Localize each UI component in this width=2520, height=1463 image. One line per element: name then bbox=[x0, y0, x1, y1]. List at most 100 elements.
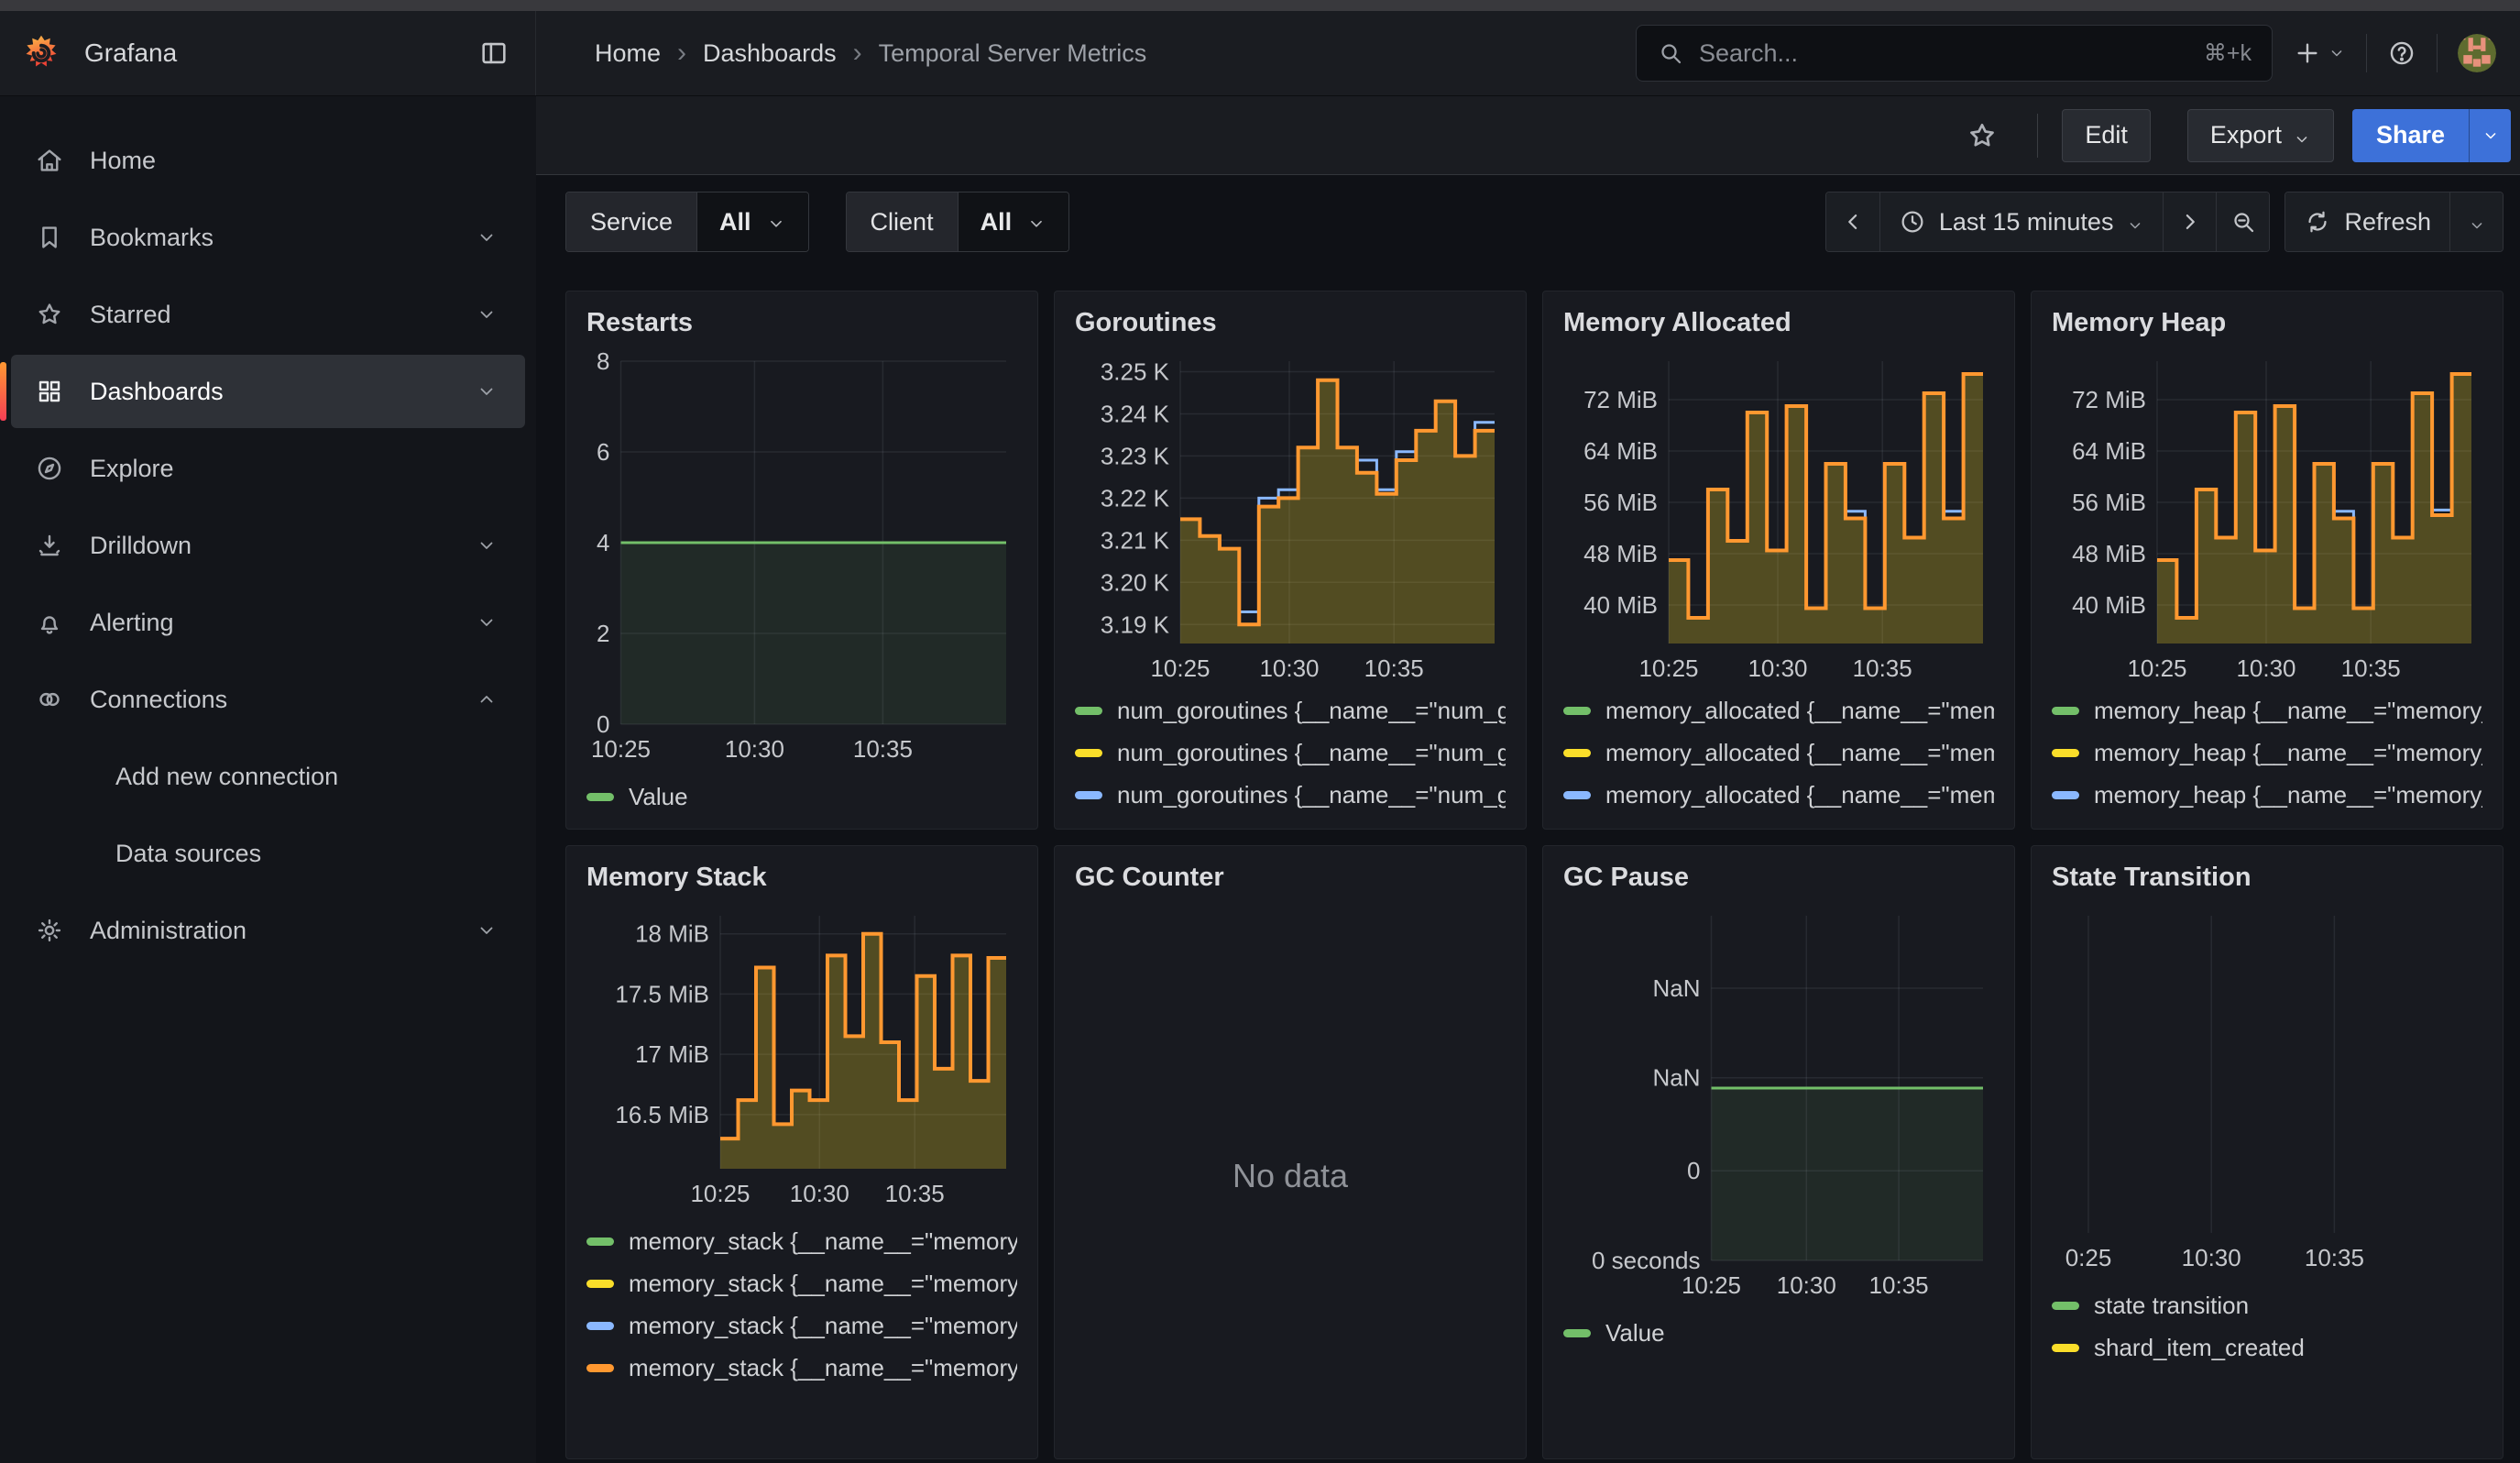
legend-entry[interactable]: memory_allocated {__name__="memc bbox=[1563, 774, 1994, 816]
panel-legend: Value bbox=[1558, 1306, 2000, 1374]
chevron-down-icon[interactable] bbox=[476, 226, 498, 248]
svg-text:10:30: 10:30 bbox=[1777, 1271, 1836, 1299]
breadcrumb-item[interactable]: Home bbox=[595, 39, 661, 68]
sidebar-item-drilldown[interactable]: Drilldown bbox=[11, 509, 525, 582]
zoom-out-icon bbox=[2230, 208, 2257, 236]
svg-text:0:25: 0:25 bbox=[2065, 1244, 2112, 1271]
chevron-down-icon[interactable] bbox=[476, 919, 498, 941]
dashboard-toolbar: Edit Export Share bbox=[536, 96, 2520, 175]
legend-entry[interactable]: memory_stack {__name__="memory_s bbox=[586, 1347, 1017, 1389]
sidebar-item-administration[interactable]: Administration bbox=[11, 894, 525, 967]
svg-text:10:35: 10:35 bbox=[885, 1180, 945, 1207]
legend-entry[interactable]: memory_stack {__name__="memory_s bbox=[586, 1262, 1017, 1304]
zoom-out-button[interactable] bbox=[2216, 192, 2269, 251]
sidebar-item-home[interactable]: Home bbox=[11, 124, 525, 197]
panel-title[interactable]: State Transition bbox=[2046, 859, 2488, 907]
sidebar-item-starred[interactable]: Starred bbox=[11, 278, 525, 351]
panel-title[interactable]: Restarts bbox=[581, 304, 1023, 352]
sidebar-toggle-icon[interactable] bbox=[478, 38, 509, 69]
edit-button[interactable]: Edit bbox=[2062, 109, 2151, 162]
legend-entry[interactable]: Value bbox=[1563, 1312, 1994, 1354]
search-input[interactable]: ⌘+k bbox=[1636, 25, 2273, 82]
chevron-down-icon[interactable] bbox=[476, 380, 498, 402]
service-filter[interactable]: Service All bbox=[565, 192, 809, 252]
user-avatar[interactable] bbox=[2458, 34, 2496, 72]
legend-color-marker bbox=[2052, 749, 2079, 757]
svg-text:3.23 K: 3.23 K bbox=[1101, 442, 1170, 469]
service-filter-label: Service bbox=[566, 192, 696, 251]
sidebar-item-label: Administration bbox=[90, 917, 247, 945]
panel-state-transition: State Transition 0:2510:3010:35 state tr… bbox=[2031, 845, 2504, 1459]
service-filter-value[interactable]: All bbox=[696, 192, 808, 251]
gear-icon bbox=[35, 916, 64, 945]
chevron-down-icon[interactable] bbox=[476, 611, 498, 633]
plug-icon bbox=[35, 685, 64, 714]
chart-area[interactable]: 16.5 MiB17 MiB17.5 MiB18 MiB10:2510:3010… bbox=[581, 907, 1023, 1209]
chevron-down-icon[interactable] bbox=[476, 534, 498, 556]
panel-title[interactable]: Memory Stack bbox=[581, 859, 1023, 907]
sidebar-item-add-new-connection[interactable]: Add new connection bbox=[11, 740, 525, 813]
sidebar-item-bookmarks[interactable]: Bookmarks bbox=[11, 201, 525, 274]
refresh-interval-button[interactable] bbox=[2449, 192, 2503, 251]
share-button[interactable]: Share bbox=[2352, 109, 2469, 162]
favorite-star-icon[interactable] bbox=[1966, 119, 1999, 152]
panel-memory-stack: Memory Stack 16.5 MiB17 MiB17.5 MiB18 Mi… bbox=[565, 845, 1038, 1459]
legend-entry[interactable]: memory_stack {__name__="memory_s bbox=[586, 1220, 1017, 1262]
svg-text:10:35: 10:35 bbox=[1869, 1271, 1929, 1299]
legend-color-marker bbox=[2052, 1302, 2079, 1310]
svg-text:3.25 K: 3.25 K bbox=[1101, 358, 1170, 386]
panel-title[interactable]: Memory Allocated bbox=[1558, 304, 2000, 352]
legend-entry[interactable]: state transition bbox=[2052, 1284, 2482, 1326]
chart-area[interactable]: 0246810:2510:3010:35 bbox=[581, 352, 1023, 764]
legend-color-marker bbox=[1075, 749, 1102, 757]
help-button[interactable] bbox=[2387, 38, 2416, 68]
refresh-button[interactable]: Refresh bbox=[2285, 192, 2449, 251]
svg-text:10:30: 10:30 bbox=[790, 1180, 849, 1207]
client-filter[interactable]: Client All bbox=[846, 192, 1070, 252]
chart-area[interactable]: 3.19 K3.20 K3.21 K3.22 K3.23 K3.24 K3.25… bbox=[1069, 352, 1511, 684]
panel-gc-pause: GC Pause 0 seconds0NaNNaN10:2510:3010:35… bbox=[1542, 845, 2015, 1459]
time-shift-forward-button[interactable] bbox=[2163, 192, 2216, 251]
sidebar-item-explore[interactable]: Explore bbox=[11, 432, 525, 505]
legend-entry[interactable]: memory_allocated {__name__="memc bbox=[1563, 689, 1994, 732]
export-button[interactable]: Export bbox=[2187, 109, 2334, 162]
client-filter-value[interactable]: All bbox=[958, 192, 1069, 251]
legend-entry[interactable]: memory_heap {__name__="memory_h bbox=[2052, 732, 2482, 774]
legend-entry[interactable]: num_goroutines {__name__="num_go bbox=[1075, 732, 1506, 774]
time-shift-back-button[interactable] bbox=[1826, 192, 1879, 251]
legend-entry[interactable]: memory_allocated {__name__="memc bbox=[1563, 732, 1994, 774]
panel-title[interactable]: GC Pause bbox=[1558, 859, 2000, 907]
share-dropdown-button[interactable] bbox=[2469, 109, 2511, 162]
sidebar-item-connections[interactable]: Connections bbox=[11, 663, 525, 736]
panel-title[interactable]: Memory Heap bbox=[2046, 304, 2488, 352]
sidebar-item-dashboards[interactable]: Dashboards bbox=[11, 355, 525, 428]
chart-area[interactable]: 40 MiB48 MiB56 MiB64 MiB72 MiB10:2510:30… bbox=[1558, 352, 2000, 684]
legend-entry[interactable]: memory_heap {__name__="memory_h bbox=[2052, 689, 2482, 732]
chart-area[interactable]: 40 MiB48 MiB56 MiB64 MiB72 MiB10:2510:30… bbox=[2046, 352, 2488, 684]
sidebar-item-data-sources[interactable]: Data sources bbox=[11, 817, 525, 890]
legend-entry[interactable]: memory_stack {__name__="memory_s bbox=[586, 1304, 1017, 1347]
chart-area[interactable]: 0 seconds0NaNNaN10:2510:3010:35 bbox=[1558, 907, 2000, 1301]
breadcrumb-item[interactable]: Dashboards bbox=[703, 39, 837, 68]
sidebar-item-label: Bookmarks bbox=[90, 224, 214, 252]
svg-text:10:35: 10:35 bbox=[2305, 1244, 2364, 1271]
panel-title[interactable]: Goroutines bbox=[1069, 304, 1511, 352]
time-range-picker[interactable]: Last 15 minutes bbox=[1879, 192, 2164, 251]
search-field[interactable] bbox=[1699, 39, 2189, 68]
legend-entry[interactable]: Value bbox=[586, 776, 1017, 818]
svg-text:48 MiB: 48 MiB bbox=[2072, 540, 2146, 567]
chart-area[interactable]: 0:2510:3010:35 bbox=[2046, 907, 2488, 1273]
legend-entry[interactable]: shard_item_created bbox=[2052, 1326, 2482, 1369]
legend-entry[interactable]: num_goroutines {__name__="num_go bbox=[1075, 774, 1506, 816]
export-button-label: Export bbox=[2210, 121, 2282, 149]
svg-text:6: 6 bbox=[597, 438, 609, 466]
chevron-up-icon[interactable] bbox=[476, 688, 498, 710]
chevron-down-icon bbox=[766, 212, 786, 232]
legend-entry[interactable]: num_goroutines {__name__="num_go bbox=[1075, 689, 1506, 732]
legend-entry[interactable]: memory_heap {__name__="memory_h bbox=[2052, 774, 2482, 816]
sidebar-item-alerting[interactable]: Alerting bbox=[11, 586, 525, 659]
panel-title[interactable]: GC Counter bbox=[1069, 859, 1511, 907]
chevron-down-icon bbox=[2293, 126, 2311, 145]
add-button[interactable] bbox=[2293, 38, 2346, 68]
chevron-down-icon[interactable] bbox=[476, 303, 498, 325]
